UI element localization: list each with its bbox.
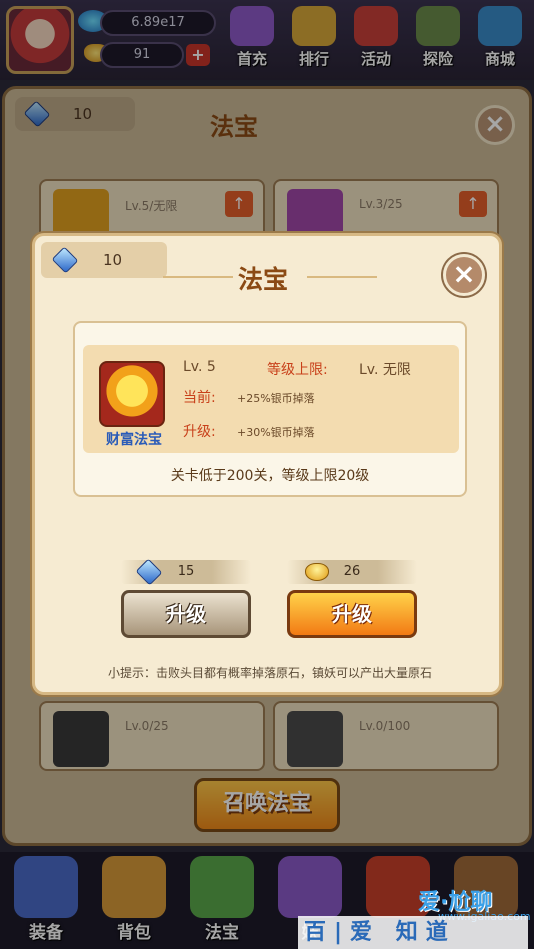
level-cap-note: 关卡低于200关，等级上限20级	[170, 468, 370, 484]
current-effect-value: +25%银币掉落	[237, 392, 315, 405]
upgrade-effect-label: 升级:	[183, 424, 216, 440]
treasure-info-panel: 财富法宝 Lv. 5 等级上限: Lv. 无限 当前: +25%银币掉落 升级:…	[73, 321, 467, 497]
close-button[interactable]: ×	[443, 254, 485, 296]
gold-cost-value: 26	[343, 564, 361, 579]
watermark-strip: 百|爱 知道	[298, 916, 528, 949]
treasure-level: Lv. 5	[183, 359, 216, 375]
treasure-upgrade-dialog: 10 法宝 × 财富法宝 Lv. 5 等级上限: Lv. 无限 当前: +25%…	[32, 233, 502, 695]
watermark: 爱·尬聊 www.igaliao.com 百|爱 知道	[298, 884, 531, 949]
treasure-name: 财富法宝	[106, 432, 162, 448]
gem-icon	[135, 558, 163, 586]
upgrade-with-gems-button[interactable]: 升级	[121, 590, 251, 638]
current-effect-label: 当前:	[183, 390, 216, 406]
hint-text: 小提示：击败头目都有概率掉落原石，镇妖可以产出大量原石	[107, 666, 432, 680]
gem-cost-value: 15	[177, 564, 195, 579]
wealth-treasure-icon	[99, 361, 165, 427]
level-cap-label: 等级上限:	[267, 362, 328, 378]
gem-icon	[51, 246, 79, 274]
modal-gem-count: 10	[103, 251, 123, 269]
treasure-info-box: 财富法宝 Lv. 5 等级上限: Lv. 无限 当前: +25%银币掉落 升级:…	[83, 345, 459, 453]
gold-ingot-icon	[305, 563, 329, 581]
gem-cost: 15	[121, 558, 251, 586]
title-ornament-right	[307, 276, 377, 278]
modal-title: 法宝	[238, 265, 289, 294]
title-ornament-left	[163, 276, 233, 278]
gold-cost: 26	[287, 560, 417, 584]
upgrade-with-gold-button[interactable]: 升级	[287, 590, 417, 638]
modal-gem-counter: 10	[41, 242, 167, 278]
level-cap-value: Lv. 无限	[359, 362, 411, 378]
upgrade-effect-value: +30%银币掉落	[237, 426, 315, 439]
